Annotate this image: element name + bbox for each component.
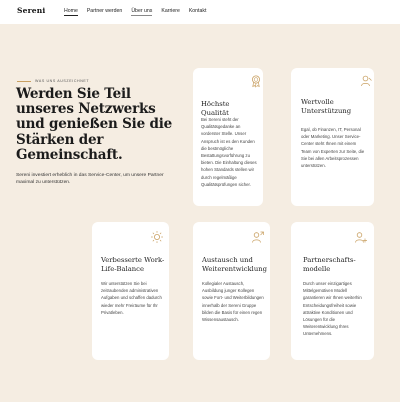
card-title: Wertvolle Unterstützung: [301, 98, 352, 115]
intro-text: Sereni investiert erheblich in das Servi…: [16, 173, 164, 185]
logo[interactable]: Sereni: [17, 6, 45, 15]
nav-kontakt[interactable]: Kontakt: [189, 8, 207, 16]
main-nav: Home Partner werden Über uns Karriere Ko…: [64, 8, 215, 16]
card-text: Durch unser einzigartiges Mittelgemütive…: [303, 281, 362, 337]
section-eyebrow: WAS UNS AUSZEICHNET: [17, 79, 89, 83]
feature-card-exchange: Austausch und Weiterentwicklung Kollegia…: [193, 222, 270, 360]
top-navigation-bar: Sereni Home Partner werden Über uns Karr…: [0, 0, 400, 24]
card-title: Höchste Qualität: [201, 100, 230, 117]
page-headline: Werden Sie Teil unseres Netzwerks und ge…: [16, 86, 173, 163]
award-badge-icon: [249, 74, 263, 88]
nav-partner-werden[interactable]: Partner werden: [87, 8, 122, 16]
card-title: Austausch und Weiterentwicklung: [202, 256, 267, 273]
card-text: Wir unterstützen Sie bei zeitraubenden a…: [101, 281, 162, 315]
card-text: Kollegialer Austausch, Ausbildung junger…: [202, 281, 264, 323]
card-title: Partnerschafts-modelle: [303, 256, 356, 273]
eyebrow-line: [17, 80, 31, 82]
card-title: Verbesserte Work-Life-Balance: [101, 256, 165, 273]
feature-card-partnership: Partnerschafts-modelle Durch unser einzi…: [291, 222, 374, 360]
support-person-icon: [359, 74, 373, 88]
card-text: Bei Sereni steht der Qualitätsgedanke an…: [201, 117, 257, 187]
feature-card-work-life: Verbesserte Work-Life-Balance Wir unters…: [92, 222, 169, 360]
feature-card-quality: Höchste Qualität Bei Sereni steht der Qu…: [193, 68, 263, 206]
sun-icon: [150, 230, 164, 244]
eyebrow-text: WAS UNS AUSZEICHNET: [35, 79, 90, 83]
feature-card-support: Wertvolle Unterstützung Egal, ob Finanze…: [291, 68, 374, 206]
card-text: Egal, ob Finanzen, IT, Personal oder Mar…: [301, 127, 365, 169]
nav-home[interactable]: Home: [64, 8, 78, 16]
nav-karriere[interactable]: Karriere: [161, 8, 179, 16]
person-add-icon: [354, 230, 368, 244]
nav-ueber-uns[interactable]: Über uns: [131, 8, 153, 16]
person-exchange-icon: [251, 230, 265, 244]
